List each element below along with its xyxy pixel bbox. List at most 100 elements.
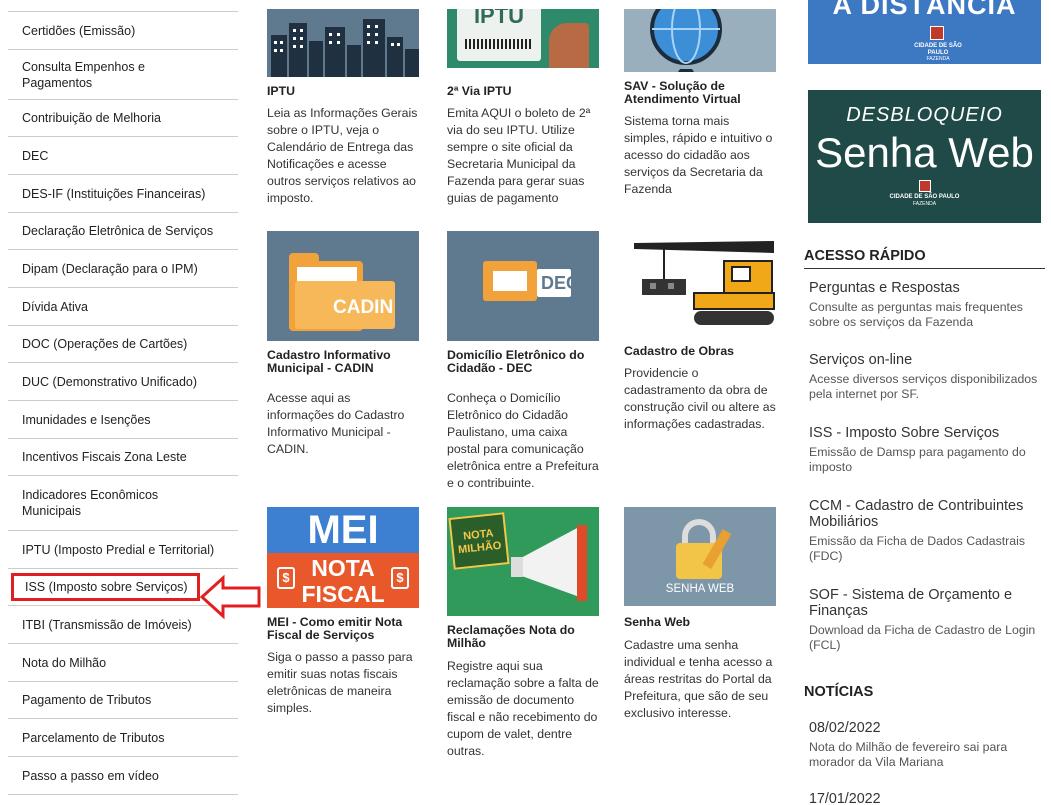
sidebar-item-label: Nota do Milhão [22, 655, 107, 670]
quick-link-title: CCM - Cadastro de Contribuintes Mobiliár… [809, 498, 1024, 530]
sidebar-item-label: DUC (Demonstrativo Unificado) [22, 374, 198, 389]
letter-icon [493, 271, 527, 291]
globe-icon [650, 9, 722, 72]
card-2a-via-iptu[interactable]: IPTU 2ª Via IPTU Emita AQUI o boleto de … [447, 9, 599, 207]
quick-link-description: Consulte as perguntas mais frequentes so… [809, 300, 1023, 329]
sidebar-item-parcelamento-tributos[interactable]: Parcelamento de Tributos [8, 718, 238, 756]
sidebar-item-passo-a-passo[interactable]: Passo a passo em vídeo [8, 756, 238, 794]
nota-milhao-logo: NOTA MILHÃO [448, 512, 510, 570]
sidebar-item-label: ITBI (Transmissão de Imóveis) [22, 617, 192, 632]
city-crest-icon [930, 26, 944, 40]
sidebar-item-pagamento-tributos[interactable]: Pagamento de Tributos [8, 681, 238, 718]
sav-thumbnail [624, 9, 776, 72]
sidebar-item-dec[interactable]: DEC [8, 136, 238, 174]
sidebar-item-nota-milhao[interactable]: Nota do Milhão [8, 643, 238, 681]
card-senha-web[interactable]: SENHA WEB Senha Web Cadastre uma senha i… [624, 507, 776, 722]
sidebar-item-label: DOC (Operações de Cartões) [22, 337, 188, 351]
card-reclamacoes[interactable]: NOTA MILHÃO Reclamações Nota do Milhão Re… [447, 507, 599, 760]
card-sav[interactable]: SAV - Solução de Atendimento Virtual Sis… [624, 9, 776, 198]
quick-link-title: ISS - Imposto Sobre Serviços [809, 425, 1000, 441]
card-mei[interactable]: MEI NOTA FISCAL $ $ MEI - Como emitir No… [267, 507, 419, 717]
card-dec[interactable]: DEC Domicílio Eletrônico do Cidadão - DE… [447, 231, 599, 492]
sidebar-item-indicadores[interactable]: Indicadores Econômicos Municipais [8, 475, 238, 530]
city-logo-text: CIDADE DE SÃO PAULO [914, 43, 962, 56]
sidebar-item-des-if[interactable]: DES-IF (Instituições Financeiras) [8, 174, 238, 212]
sidebar-item-iptu[interactable]: IPTU (Imposto Predial e Territorial) [8, 530, 238, 568]
sidebar-item-incentivos-zona-leste[interactable]: Incentivos Fiscais Zona Leste [8, 438, 238, 475]
sidebar-item-label: DES-IF (Instituições Financeiras) [22, 186, 206, 201]
card-description: Cadastre uma senha individual e tenha ac… [624, 638, 773, 720]
a-distancia-banner[interactable]: A DISTÂNCIA CIDADE DE SÃO PAULO FAZENDA [808, 0, 1041, 64]
card-title: Domicílio Eletrônico do Cidadão - DEC [447, 348, 585, 375]
card-cadin[interactable]: CADIN Cadastro Informativo Municipal - C… [267, 231, 419, 458]
sidebar-item-label: IPTU (Imposto Predial e Territorial) [22, 542, 215, 557]
sidebar-item-dipam[interactable]: Dipam (Declaração para o IPM) [8, 249, 238, 287]
quick-link-servicos-online[interactable]: Serviços on-line Acesse diversos serviço… [809, 352, 1041, 402]
city-logo-text: CIDADE DE SÃO PAULO [889, 194, 960, 200]
sidebar-item-label: Parcelamento de Tributos [22, 730, 165, 745]
sidebar-item-label: ISS (Imposto sobre Serviços) [11, 573, 200, 601]
sidebar-item-label: Certidões (Emissão) [22, 23, 136, 38]
quick-link-description: Emissão da Ficha de Dados Cadastrais (FD… [809, 534, 1025, 563]
card-title: Cadastro de Obras [624, 344, 735, 358]
sidebar-item-label: Indicadores Econômicos Municipais [22, 488, 159, 518]
city-logo-subtext: FAZENDA [912, 201, 937, 207]
card-description: Providencie o cadastramento da obra de c… [624, 366, 776, 431]
sidebar-item-divida-ativa[interactable]: Dívida Ativa [8, 287, 238, 325]
quick-link-perguntas[interactable]: Perguntas e Respostas Consulte as pergun… [809, 280, 1041, 330]
card-cadastro-obras[interactable]: Cadastro de Obras Providencie o cadastra… [624, 231, 776, 433]
dollar-icon: $ [391, 567, 409, 589]
card-title: 2ª Via IPTU [447, 84, 512, 98]
city-crest-icon [918, 180, 931, 192]
sidebar-item-label: Passo a passo em vídeo [22, 768, 159, 783]
dollar-icon: $ [277, 567, 295, 589]
news-item-link[interactable]: Nota do Milhão de fevereiro sai para mor… [809, 740, 1041, 770]
sidebar-item-label: Incentivos Fiscais Zona Leste [22, 450, 187, 464]
sidebar-item-declaracao-eletronica[interactable]: Declaração Eletrônica de Serviços [8, 212, 238, 249]
sidebar-item-duc[interactable]: DUC (Demonstrativo Unificado) [8, 362, 238, 400]
acesso-rapido-heading: ACESSO RÁPIDO [804, 248, 1045, 269]
card-description: Siga o passo a passo para emitir suas no… [267, 650, 413, 715]
quick-link-description: Download da Ficha de Cadastro de Login (… [809, 623, 1036, 652]
city-buildings-icon [271, 19, 419, 77]
quick-link-ccm[interactable]: CCM - Cadastro de Contribuintes Mobiliár… [809, 498, 1041, 564]
quick-link-description: Emissão de Damsp para pagamento do impos… [809, 445, 1026, 474]
card-title: IPTU [267, 84, 296, 98]
boleto-icon: IPTU [457, 9, 541, 61]
sidebar-item-imunidades[interactable]: Imunidades e Isenções [8, 400, 238, 438]
card-iptu[interactable]: IPTU Leia as Informações Gerais sobre o … [267, 9, 419, 207]
sidebar-item-contribuicao-melhoria[interactable]: Contribuição de Melhoria [8, 99, 238, 136]
sidebar-item-label: Imunidades e Isenções [22, 412, 151, 427]
noticias-heading: NOTÍCIAS [804, 684, 874, 700]
sidebar-item-label: DEC [22, 148, 49, 163]
senha-web-thumbnail: SENHA WEB [624, 507, 776, 606]
sidebar-item-label: Contribuição de Melhoria [22, 111, 161, 125]
red-arrow-annotation [199, 574, 261, 620]
cadin-thumbnail: CADIN [267, 231, 419, 341]
crane-icon [634, 241, 775, 325]
mei-thumbnail: MEI NOTA FISCAL $ $ [267, 507, 419, 608]
thumb-text: MEI [267, 507, 419, 553]
2a-via-thumbnail: IPTU [447, 9, 599, 68]
sidebar-item-label: Pagamento de Tributos [22, 693, 152, 707]
sidebar-item-doc[interactable]: DOC (Operações de Cartões) [8, 325, 238, 362]
card-description: Leia as Informações Gerais sobre o IPTU,… [267, 106, 418, 205]
iptu-thumbnail [267, 9, 419, 77]
news-date: 08/02/2022 [809, 720, 881, 736]
thumb-text: CADIN [333, 297, 394, 318]
sidebar-item-certidoes[interactable]: Certidões (Emissão) [8, 11, 238, 49]
card-description: Registre aqui sua reclamação sobre a fal… [447, 659, 599, 758]
desbloqueio-senha-web-banner[interactable]: DESBLOQUEIO Senha Web CIDADE DE SÃO PAUL… [808, 90, 1041, 223]
quick-link-title: SOF - Sistema de Orçamento e Finanças [809, 587, 1013, 619]
quick-link-title: Perguntas e Respostas [809, 280, 960, 296]
card-title: Senha Web [624, 615, 691, 629]
sidebar-item-consulta-empenhos[interactable]: Consulta Empenhos e Pagamentos [8, 49, 238, 99]
sidebar-divider [8, 794, 238, 796]
quick-link-iss[interactable]: ISS - Imposto Sobre Serviços Emissão de … [809, 425, 1041, 475]
card-title: MEI - Como emitir Nota Fiscal de Serviço… [267, 615, 403, 642]
sidebar-item-label: Consulta Empenhos e Pagamentos [22, 59, 145, 90]
dec-thumbnail: DEC [447, 231, 599, 341]
thumb-text: DEC [541, 273, 580, 293]
quick-link-sof[interactable]: SOF - Sistema de Orçamento e Finanças Do… [809, 587, 1041, 653]
hand-icon [549, 23, 589, 68]
